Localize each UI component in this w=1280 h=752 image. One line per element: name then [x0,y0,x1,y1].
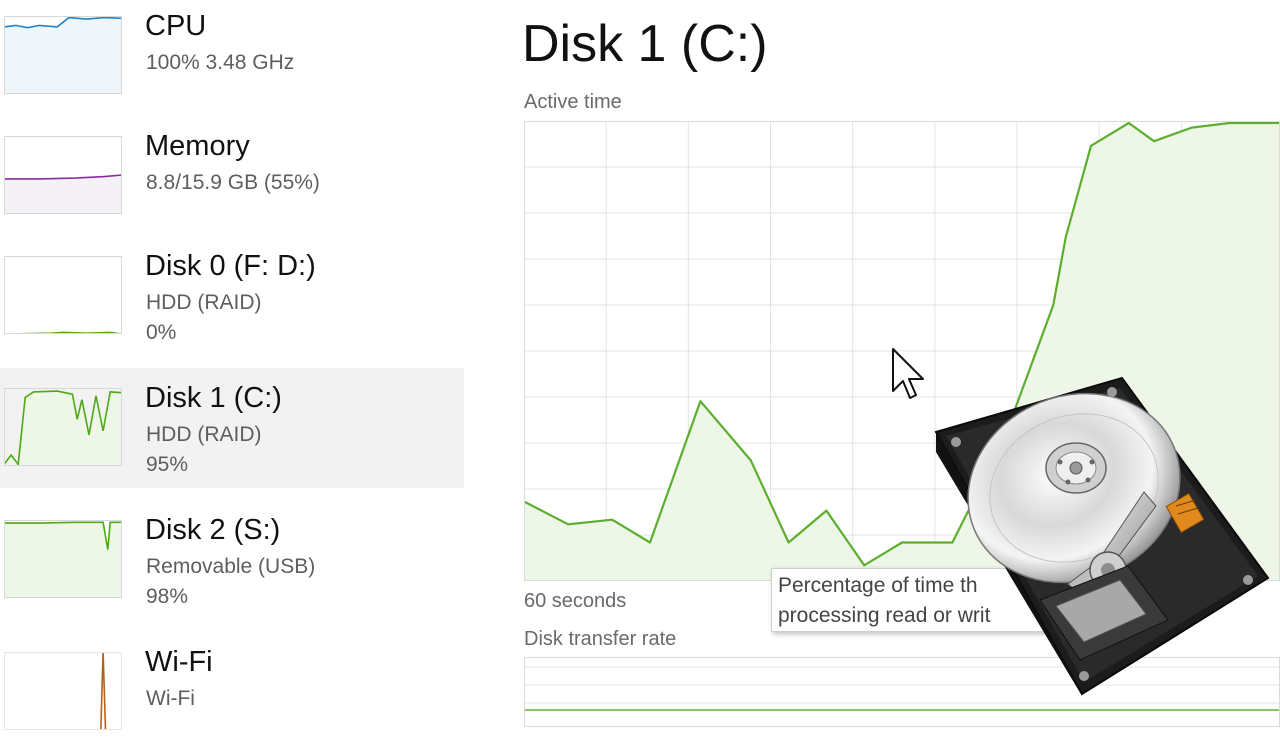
device-name: CPU [145,10,207,42]
thumbnail-area [4,17,122,94]
thumbnail-border [4,256,122,334]
time-span-label: 60 seconds [524,590,627,612]
device-detail: HDD (RAID) [146,291,262,314]
device-name: Disk 1 (C:) [145,382,282,414]
device-name: Disk 0 (F: D:) [145,250,316,282]
device-utilization: 98% [146,585,189,608]
device-tile-disk-2-s[interactable]: Disk 2 (S:) Removable (USB) 98% [0,500,464,620]
device-name: Wi-Fi [145,646,213,678]
device-thumbnail-graph [4,652,122,730]
transfer-rate-label: Disk transfer rate [524,628,677,650]
device-tile-disk-0-f-d[interactable]: Disk 0 (F: D:) HDD (RAID) 0% [0,240,464,360]
device-detail: 100% 3.48 GHz [146,51,295,74]
hard-disk-drive-image [934,376,1270,696]
device-detail: Wi-Fi [146,687,195,710]
device-detail: Removable (USB) [146,555,316,578]
device-tile-cpu[interactable]: CPU 100% 3.48 GHz [0,0,464,120]
device-thumbnail-graph [4,388,122,466]
device-thumbnail-graph [4,256,122,334]
device-tile-wi-fi[interactable]: Wi-Fi Wi-Fi [0,632,464,752]
device-thumbnail-graph [4,16,122,94]
performance-sidebar: CPU 100% 3.48 GHz Memory 8.8/15.9 GB (55%) D… [0,0,470,730]
device-utilization: 95% [146,453,189,476]
device-name: Disk 2 (S:) [145,514,281,546]
thumbnail-area [4,175,122,214]
active-time-label: Active time [524,91,622,113]
mouse-pointer-icon [892,348,924,399]
device-utilization: 0% [146,321,177,344]
device-thumbnail-graph [4,520,122,598]
device-detail: HDD (RAID) [146,423,262,446]
page-title: Disk 1 (C:) [522,15,768,73]
device-thumbnail-graph [4,136,122,214]
device-tile-memory[interactable]: Memory 8.8/15.9 GB (55%) [0,120,464,240]
device-tile-disk-1-c[interactable]: Disk 1 (C:) HDD (RAID) 95% [0,368,464,488]
device-name: Memory [145,130,250,162]
device-detail: 8.8/15.9 GB (55%) [146,171,320,194]
